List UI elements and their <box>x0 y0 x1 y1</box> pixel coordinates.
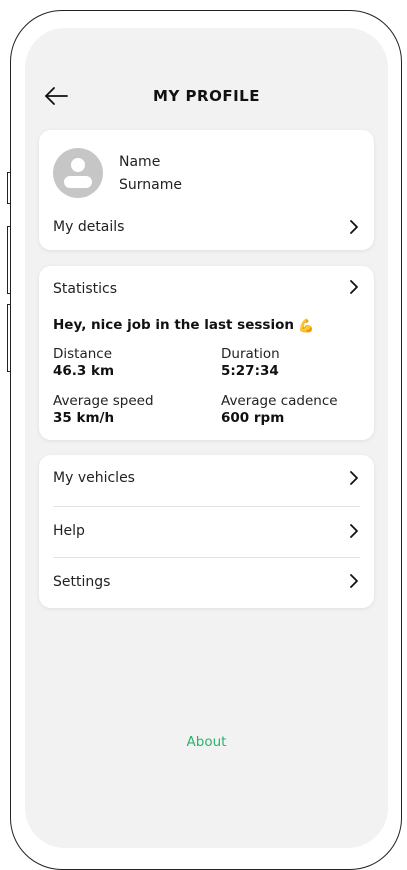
statistics-card: Statistics Hey, nice job in the last ses… <box>39 266 374 440</box>
app-screen: MY PROFILE Name Surname My details Stati… <box>25 28 388 848</box>
chevron-right-icon <box>350 220 358 234</box>
chevron-right-icon <box>350 280 358 294</box>
phone-side-button-bottom <box>7 304 10 372</box>
menu-card: My vehicles Help Settings <box>39 455 374 608</box>
avatar-body-shape <box>64 176 92 188</box>
stat-distance-label: Distance <box>53 346 113 362</box>
chevron-right-icon <box>350 524 358 538</box>
stat-average-cadence-label: Average cadence <box>221 393 338 409</box>
chevron-right-icon <box>350 574 358 588</box>
menu-item-label: Settings <box>53 574 111 590</box>
phone-side-button-middle <box>7 226 10 294</box>
stat-average-speed-label: Average speed <box>53 393 154 409</box>
about-link[interactable]: About <box>25 734 388 750</box>
my-details-row[interactable]: My details <box>39 214 374 244</box>
statistics-title: Statistics <box>53 281 117 297</box>
phone-side-button-top <box>7 172 10 204</box>
menu-item-label: My vehicles <box>53 470 135 486</box>
avatar <box>53 148 103 198</box>
avatar-head-shape <box>71 158 85 172</box>
profile-name: Name <box>119 154 161 170</box>
menu-item-label: Help <box>53 523 85 539</box>
profile-card: Name Surname My details <box>39 130 374 250</box>
chevron-right-icon <box>350 471 358 485</box>
profile-surname: Surname <box>119 177 182 193</box>
statistics-headline-text: Hey, nice job in the last session <box>53 317 294 333</box>
stat-distance-value: 46.3 km <box>53 363 115 379</box>
menu-item-my-vehicles[interactable]: My vehicles <box>39 455 374 506</box>
stat-duration-value: 5:27:34 <box>221 363 279 379</box>
stat-average-cadence-value: 600 rpm <box>221 410 285 426</box>
flexed-biceps-icon: 💪 <box>297 319 315 334</box>
menu-item-help[interactable]: Help <box>39 507 374 557</box>
statistics-row[interactable]: Statistics <box>39 274 374 304</box>
statistics-headline: Hey, nice job in the last session 💪 <box>53 317 314 334</box>
stat-duration-label: Duration <box>221 346 280 362</box>
menu-item-settings[interactable]: Settings <box>39 558 374 608</box>
header: MY PROFILE <box>25 83 388 113</box>
page-title: MY PROFILE <box>153 87 260 105</box>
stat-average-speed-value: 35 km/h <box>53 410 115 426</box>
my-details-label: My details <box>53 219 125 235</box>
